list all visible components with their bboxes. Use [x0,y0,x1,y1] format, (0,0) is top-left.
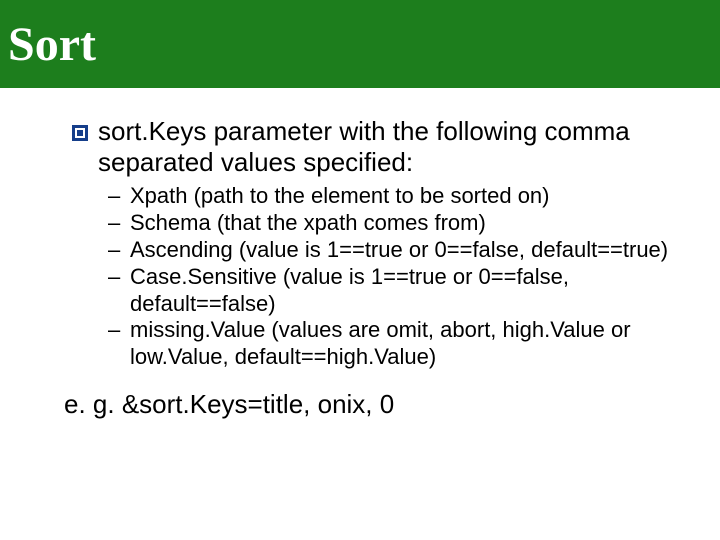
sub-text: missing.Value (values are omit, abort, h… [130,317,676,371]
dash-icon: – [108,210,122,237]
dash-icon: – [108,183,122,210]
sub-text: Xpath (path to the element to be sorted … [130,183,550,210]
dash-icon: – [108,317,122,344]
slide-body: sort.Keys parameter with the following c… [0,88,720,420]
list-item: – Xpath (path to the element to be sorte… [108,183,676,210]
main-bullet-row: sort.Keys parameter with the following c… [72,116,676,177]
list-item: – missing.Value (values are omit, abort,… [108,317,676,371]
slide-title: Sort [8,17,96,72]
slide: Sort sort.Keys parameter with the follow… [0,0,720,540]
dash-icon: – [108,264,122,291]
sublist: – Xpath (path to the element to be sorte… [108,183,676,371]
dash-icon: – [108,237,122,264]
square-bullet-icon [72,125,88,141]
title-bar: Sort [0,0,720,88]
example-text: e. g. &sort.Keys=title, onix, 0 [64,389,676,420]
list-item: – Schema (that the xpath comes from) [108,210,676,237]
list-item: – Ascending (value is 1==true or 0==fals… [108,237,676,264]
sub-text: Schema (that the xpath comes from) [130,210,486,237]
sub-text: Ascending (value is 1==true or 0==false,… [130,237,668,264]
list-item: – Case.Sensitive (value is 1==true or 0=… [108,264,676,318]
main-bullet-text: sort.Keys parameter with the following c… [98,116,676,177]
sub-text: Case.Sensitive (value is 1==true or 0==f… [130,264,676,318]
